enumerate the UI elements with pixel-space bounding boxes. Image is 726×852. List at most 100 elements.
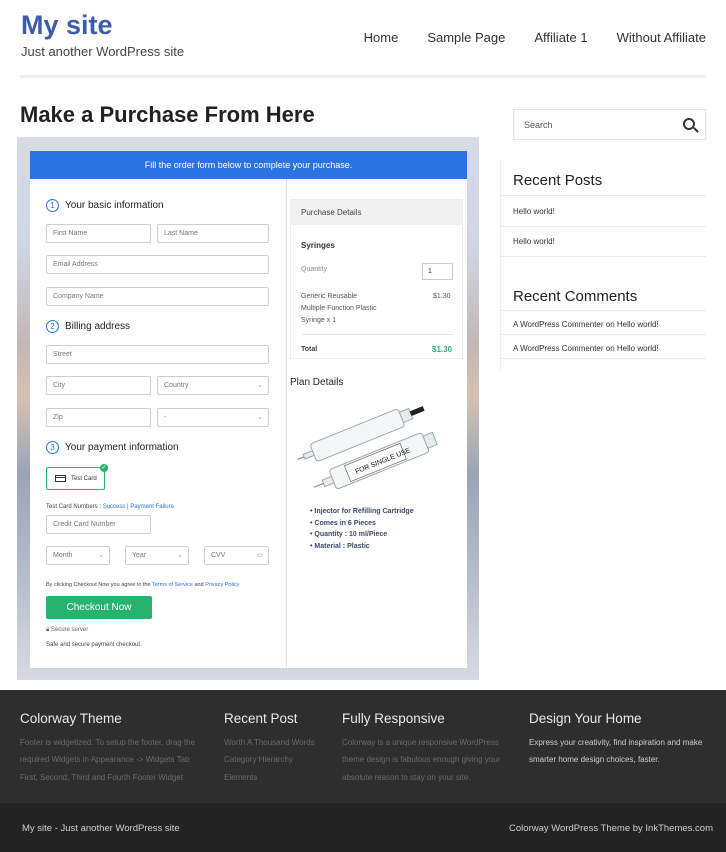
section-title: Your payment information: [65, 442, 179, 453]
chevron-down-icon: ⌄: [257, 382, 263, 389]
footer-post-link[interactable]: Category Hierarchy: [224, 751, 315, 768]
comment-author-link[interactable]: A WordPress Commenter: [513, 320, 604, 329]
comment-post-link[interactable]: Hello world!: [617, 344, 659, 353]
recent-post-link[interactable]: Hello world!: [513, 207, 555, 216]
state-select-value: -: [164, 414, 167, 421]
divider: [500, 358, 706, 359]
card-icon: ▭: [256, 552, 263, 559]
main-nav: Home Sample Page Affiliate 1 Without Aff…: [335, 30, 706, 45]
total-label: Total: [301, 346, 318, 353]
footer-post-link[interactable]: Worth A Thousand Words: [224, 734, 315, 751]
footer-text: Footer is widgetized. To setup the foote…: [20, 738, 196, 782]
section-basic-info: 1 Your basic information: [46, 199, 164, 212]
test-card-numbers-label: Test Card Numbers :: [46, 504, 103, 510]
checkout-button[interactable]: Checkout Now: [46, 596, 152, 619]
footer-recent-posts: Worth A Thousand Words Category Hierarch…: [224, 734, 315, 786]
site-title[interactable]: My site: [21, 10, 113, 41]
form-banner: Fill the order form below to complete yo…: [30, 151, 467, 179]
year-select-value: Year: [132, 552, 147, 559]
item-line-3: Syringe x 1: [301, 317, 337, 324]
divider: [500, 334, 706, 335]
first-name-field[interactable]: First Name: [46, 224, 151, 243]
privacy-link[interactable]: Privacy Policy: [205, 582, 239, 588]
order-form-panel: Fill the order form below to complete yo…: [30, 151, 467, 668]
payment-failure-link[interactable]: Payment Failure: [130, 504, 174, 510]
secure-note: Safe and secure payment checkout.: [46, 642, 142, 648]
footer-title: Recent Post: [224, 711, 298, 726]
footer-title: Fully Responsive: [342, 711, 445, 726]
zip-field[interactable]: Zip: [46, 408, 151, 427]
syringes-image: FOR SINGLE USE: [297, 406, 438, 489]
divider: [500, 310, 706, 311]
search-icon[interactable]: [683, 118, 695, 130]
footer-theme-credit[interactable]: Colorway WordPress Theme by InkThemes.co…: [509, 823, 713, 834]
terms-and: and: [192, 582, 206, 588]
step-number: 2: [46, 320, 59, 333]
city-field[interactable]: City: [46, 376, 151, 395]
chevron-down-icon: ⌄: [98, 552, 104, 559]
footer-title: Colorway Theme: [20, 711, 122, 726]
secure-server: 🔒︎ Secure server: [46, 627, 88, 634]
credit-card-icon: [55, 475, 66, 482]
comment-on: on: [603, 344, 617, 353]
item-price: $1.30: [433, 293, 451, 300]
company-field[interactable]: Company Name: [46, 287, 269, 306]
section-payment-info: 3 Your payment information: [46, 441, 179, 454]
test-card-label: Test Card: [71, 475, 97, 482]
divider: [500, 256, 706, 257]
search-placeholder: Search: [524, 120, 553, 130]
divider: [500, 226, 706, 227]
comment-author-link[interactable]: A WordPress Commenter: [513, 344, 604, 353]
product-name: Syringes: [301, 241, 335, 250]
plan-feature: • Injector for Refilling Cartridge: [310, 508, 414, 515]
month-select-value: Month: [53, 552, 73, 559]
nav-sample-page[interactable]: Sample Page: [427, 30, 505, 45]
section-title: Billing address: [65, 321, 131, 332]
nav-without-affiliate[interactable]: Without Affiliate: [617, 30, 706, 45]
search-input[interactable]: Search: [513, 109, 706, 140]
recent-comment: A WordPress Commenter on Hello world!: [513, 320, 659, 329]
plan-feature: • Comes in 6 Pieces: [310, 519, 376, 527]
plan-feature: • Quantity : 10 ml/Piece: [310, 531, 388, 538]
success-link[interactable]: Success: [103, 504, 126, 510]
terms-link[interactable]: Terms of Service: [152, 582, 193, 588]
purchase-details-heading: Purchase Details: [291, 200, 462, 225]
section-title: Your basic information: [65, 200, 164, 211]
plan-feature: • Material : Plastic: [310, 542, 370, 550]
nav-home[interactable]: Home: [364, 30, 399, 45]
cvv-field[interactable]: CVV ▭: [204, 546, 269, 565]
month-select[interactable]: Month ⌄: [46, 546, 110, 565]
page-title: Make a Purchase From Here: [20, 102, 315, 127]
step-number: 1: [46, 199, 59, 212]
chevron-down-icon: ⌄: [177, 552, 183, 559]
state-select[interactable]: - ⌄: [157, 408, 269, 427]
item-line-1: Generic Reusable: [301, 293, 358, 300]
footer-post-link[interactable]: Elements: [224, 769, 315, 786]
footer-site-credit[interactable]: My site - Just another WordPress site: [22, 823, 180, 834]
test-card-numbers: Test Card Numbers : Success | Payment Fa…: [46, 504, 174, 510]
plan-title: Plan Details: [290, 377, 344, 388]
divider: [500, 195, 706, 196]
terms-text: By clicking Checkout Now you agree to th…: [46, 582, 239, 588]
last-name-field[interactable]: Last Name: [157, 224, 269, 243]
email-field[interactable]: Email Address: [46, 255, 269, 274]
year-select[interactable]: Year ⌄: [125, 546, 189, 565]
terms-prefix: By clicking Checkout Now you agree to th…: [46, 582, 152, 588]
plan-features: • Injector for Refilling Cartridge • Com…: [310, 506, 414, 552]
secure-server-label: Secure server: [50, 627, 89, 633]
country-select[interactable]: Country ⌄: [157, 376, 269, 395]
test-card-option[interactable]: Test Card ✓: [46, 464, 108, 490]
item-line-2: Multiple Function Plastic: [301, 305, 377, 312]
card-number-field[interactable]: Credit Card Number: [46, 515, 151, 534]
quantity-label: Quantity: [301, 266, 328, 273]
comment-on: on: [603, 320, 617, 329]
footer-text: Express your creativity, find inspiratio…: [529, 738, 703, 765]
nav-affiliate-1[interactable]: Affiliate 1: [534, 30, 587, 45]
chevron-down-icon: ⌄: [257, 414, 263, 421]
street-field[interactable]: Street: [46, 345, 269, 364]
recent-post-link[interactable]: Hello world!: [513, 237, 555, 246]
comment-post-link[interactable]: Hello world!: [617, 320, 659, 329]
section-billing-address: 2 Billing address: [46, 320, 130, 333]
cvv-placeholder: CVV: [211, 552, 226, 559]
quantity-input[interactable]: 1: [422, 263, 453, 280]
